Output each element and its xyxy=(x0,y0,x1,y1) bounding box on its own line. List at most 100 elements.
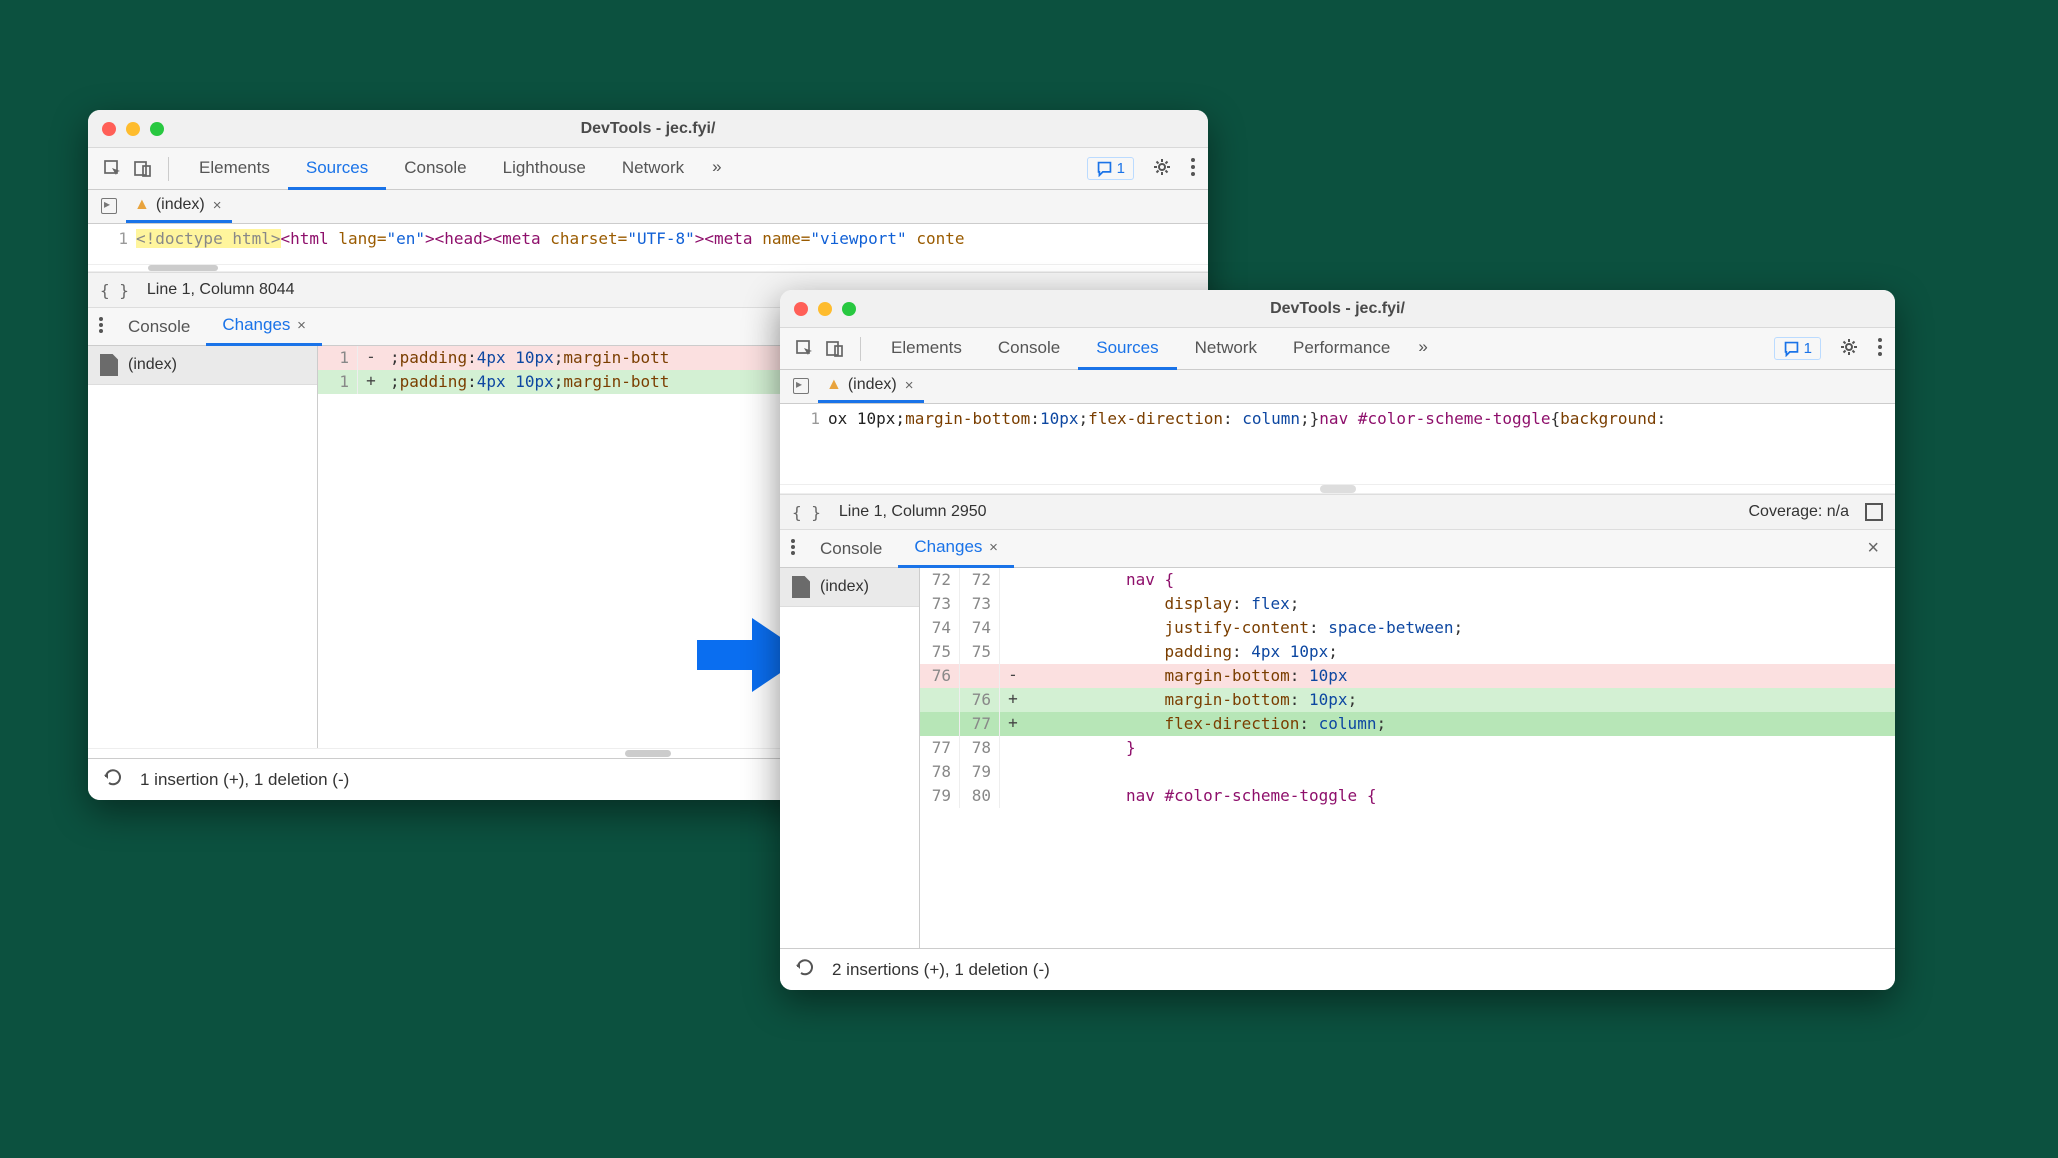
undo-icon[interactable] xyxy=(794,958,816,981)
gear-icon[interactable] xyxy=(1839,337,1859,360)
old-lineno: 76 xyxy=(920,664,960,688)
coverage-toggle-icon[interactable] xyxy=(1865,503,1883,521)
more-tabs-icon[interactable]: » xyxy=(1408,327,1437,370)
drawer-tab-console[interactable]: Console xyxy=(804,531,898,567)
tab-network[interactable]: Network xyxy=(1177,328,1275,370)
diff-row: 7272nav { xyxy=(920,568,1895,592)
cursor-position: Line 1, Column 8044 xyxy=(147,281,295,299)
close-icon[interactable]: × xyxy=(905,377,914,394)
close-window-icon[interactable] xyxy=(102,122,116,136)
changes-file-item[interactable]: (index) xyxy=(780,568,919,607)
line-number: 1 xyxy=(780,404,828,484)
new-lineno: 75 xyxy=(960,640,1000,664)
changes-summary: 2 insertions (+), 1 deletion (-) xyxy=(832,960,1050,980)
old-lineno xyxy=(920,712,960,736)
gear-icon[interactable] xyxy=(1152,157,1172,180)
code-editor[interactable]: 1 ox 10px;margin-bottom:10px;flex-direct… xyxy=(780,404,1895,484)
diff-sign: - xyxy=(1000,664,1026,688)
navigator-toggle-icon[interactable] xyxy=(788,373,814,399)
diff-sign: + xyxy=(1000,688,1026,712)
changes-file-label: (index) xyxy=(128,356,177,374)
tab-console[interactable]: Console xyxy=(980,328,1078,370)
diff-text: } xyxy=(1026,736,1895,760)
pretty-print-icon[interactable]: { } xyxy=(792,503,821,522)
file-tab-label: (index) xyxy=(848,376,897,394)
close-icon[interactable]: × xyxy=(989,539,998,556)
changes-file-label: (index) xyxy=(820,578,869,596)
tab-console[interactable]: Console xyxy=(386,148,484,190)
minimize-window-icon[interactable] xyxy=(126,122,140,136)
drawer-tab-changes[interactable]: Changes × xyxy=(206,307,322,346)
close-window-icon[interactable] xyxy=(794,302,808,316)
old-lineno: 75 xyxy=(920,640,960,664)
new-lineno xyxy=(960,664,1000,688)
drawer-kebab-icon[interactable] xyxy=(790,538,796,559)
cursor-position: Line 1, Column 2950 xyxy=(839,503,987,521)
document-icon xyxy=(792,576,810,598)
minus-sign: - xyxy=(358,346,384,370)
diff-sign xyxy=(1000,592,1026,616)
kebab-icon[interactable] xyxy=(1190,157,1196,180)
zoom-window-icon[interactable] xyxy=(150,122,164,136)
diff-row: 7474 justify-content: space-between; xyxy=(920,616,1895,640)
file-tabbar: ▲ (index) × xyxy=(88,190,1208,224)
tab-lighthouse[interactable]: Lighthouse xyxy=(485,148,604,190)
tab-sources[interactable]: Sources xyxy=(1078,328,1176,370)
diff-sign xyxy=(1000,568,1026,592)
drawer-kebab-icon[interactable] xyxy=(98,316,104,337)
inspect-icon[interactable] xyxy=(792,336,818,362)
diff-text: display: flex; xyxy=(1026,592,1895,616)
file-tabbar: ▲ (index) × xyxy=(780,370,1895,404)
diff-sign: + xyxy=(1000,712,1026,736)
code-line-1: ox 10px;margin-bottom:10px;flex-directio… xyxy=(828,404,1666,484)
changes-panel: (index) 7272nav {7373 display: flex;7474… xyxy=(780,568,1895,948)
diff-view[interactable]: 7272nav {7373 display: flex;7474 justify… xyxy=(920,568,1895,948)
drawer-tab-changes[interactable]: Changes × xyxy=(898,529,1014,568)
new-lineno: 78 xyxy=(960,736,1000,760)
titlebar: DevTools - jec.fyi/ xyxy=(780,290,1895,328)
tab-network[interactable]: Network xyxy=(604,148,702,190)
diff-sign xyxy=(1000,640,1026,664)
device-toggle-icon[interactable] xyxy=(822,336,848,362)
navigator-toggle-icon[interactable] xyxy=(96,193,122,219)
diff-text: justify-content: space-between; xyxy=(1026,616,1895,640)
inspect-icon[interactable] xyxy=(100,156,126,182)
document-icon xyxy=(100,354,118,376)
traffic-lights xyxy=(794,302,856,316)
tab-elements[interactable]: Elements xyxy=(181,148,288,190)
issues-button[interactable]: 1 xyxy=(1774,337,1821,360)
status-bar: { } Line 1, Column 2950 Coverage: n/a xyxy=(780,494,1895,530)
kebab-icon[interactable] xyxy=(1877,337,1883,360)
pretty-print-icon[interactable]: { } xyxy=(100,281,129,300)
close-icon[interactable]: × xyxy=(297,317,306,334)
changes-file-item[interactable]: (index) xyxy=(88,346,317,385)
close-drawer-icon[interactable]: × xyxy=(1867,537,1879,560)
old-lineno: 79 xyxy=(920,784,960,808)
tab-sources[interactable]: Sources xyxy=(288,148,386,190)
panel-tabs: Elements Sources Console Lighthouse Netw… xyxy=(181,147,732,190)
undo-icon[interactable] xyxy=(102,768,124,791)
diff-row: 76- margin-bottom: 10px xyxy=(920,664,1895,688)
h-scrollbar[interactable] xyxy=(88,264,1208,272)
diff-row: 77+ flex-direction: column; xyxy=(920,712,1895,736)
issues-button[interactable]: 1 xyxy=(1087,157,1134,180)
device-toggle-icon[interactable] xyxy=(130,156,156,182)
coverage-label: Coverage: n/a xyxy=(1748,503,1849,521)
file-tab-index[interactable]: ▲ (index) × xyxy=(126,190,232,223)
h-scrollbar[interactable] xyxy=(780,484,1895,494)
changes-file-list: (index) xyxy=(780,568,920,948)
more-tabs-icon[interactable]: » xyxy=(702,147,731,190)
tab-elements[interactable]: Elements xyxy=(873,328,980,370)
code-editor[interactable]: 1 <!doctype html><html lang="en"><head><… xyxy=(88,224,1208,264)
file-tab-index[interactable]: ▲ (index) × xyxy=(818,370,924,403)
new-lineno: 72 xyxy=(960,568,1000,592)
diff-sign xyxy=(1000,760,1026,784)
diff-text xyxy=(1026,760,1895,784)
minimize-window-icon[interactable] xyxy=(818,302,832,316)
diff-text: margin-bottom: 10px; xyxy=(1026,688,1895,712)
zoom-window-icon[interactable] xyxy=(842,302,856,316)
drawer-tab-console[interactable]: Console xyxy=(112,309,206,345)
diff-sign xyxy=(1000,784,1026,808)
close-icon[interactable]: × xyxy=(213,197,222,214)
tab-performance[interactable]: Performance xyxy=(1275,328,1408,370)
